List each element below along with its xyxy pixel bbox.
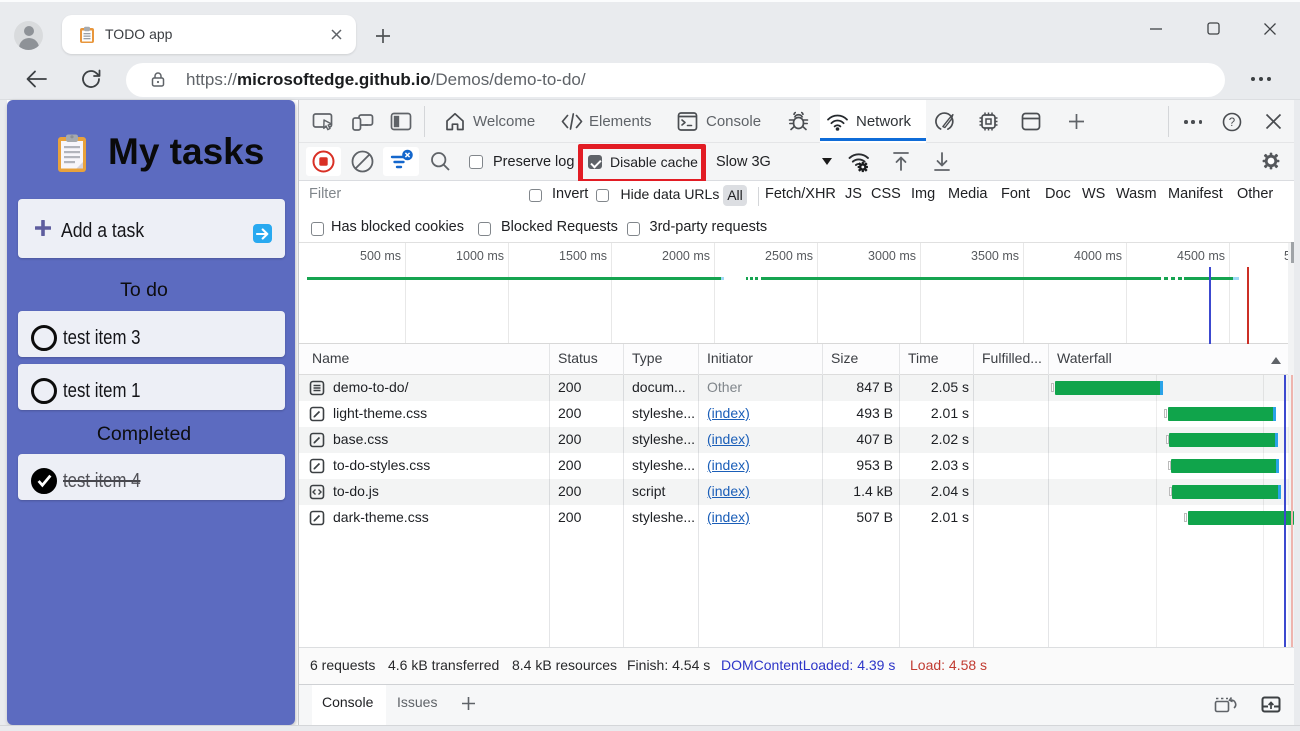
svg-text:?: ? xyxy=(1229,117,1235,129)
